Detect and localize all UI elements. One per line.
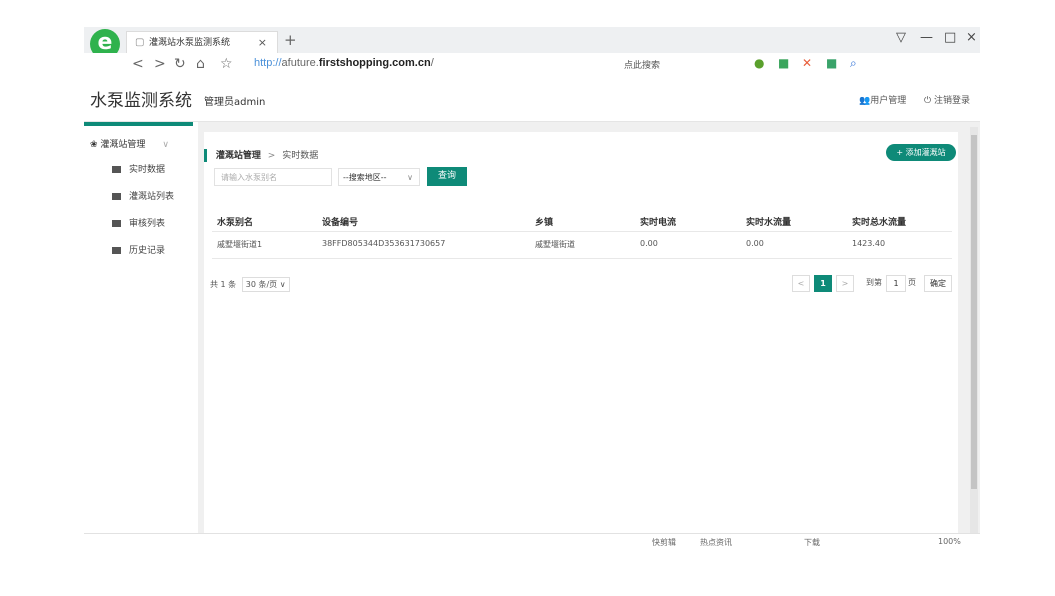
table-header-divider — [212, 231, 952, 232]
column-header: 实时电流 — [640, 218, 677, 228]
goto-page-input[interactable]: 1 — [886, 275, 906, 292]
url-protocol: http:// — [254, 57, 282, 69]
status-quick-clip[interactable]: 快剪辑 — [652, 537, 676, 548]
region-select-value: --搜索地区-- — [343, 173, 387, 182]
grid-icon[interactable]: ■ — [778, 56, 789, 70]
page-size-select[interactable]: 30 条/页 ∨ — [241, 277, 290, 292]
chevron-down-icon: ∨ — [162, 140, 169, 150]
sidebar-item-label: 实时数据 — [129, 165, 166, 175]
sidebar — [84, 122, 198, 549]
pagination-summary: 共 1 条 30 条/页 ∨ — [210, 277, 290, 292]
breadcrumb-separator: > — [267, 151, 276, 161]
total-count: 共 1 条 — [210, 280, 237, 289]
column-header: 乡镇 — [535, 218, 554, 228]
page-icon: ▢ — [135, 37, 145, 48]
url-path: / — [430, 57, 434, 69]
list-icon — [112, 193, 121, 200]
tab-close-icon[interactable]: × — [258, 32, 267, 54]
home-icon[interactable]: ⌂ — [196, 56, 205, 72]
sidebar-item-review-list[interactable]: 审核列表 — [112, 216, 165, 229]
url-prefix: afuture. — [281, 57, 319, 69]
column-header: 实时水流量 — [746, 218, 792, 228]
browser-tab[interactable]: ▢ 灌溉站水泵监测系统 × — [126, 31, 278, 54]
shield-icon[interactable]: ● — [754, 56, 764, 70]
sidebar-item-station-list[interactable]: 灌溉站列表 — [112, 189, 174, 202]
sidebar-item-label: 历史记录 — [129, 246, 166, 256]
table-row-divider — [212, 258, 952, 259]
query-button[interactable]: 查询 — [427, 167, 467, 186]
sidebar-item-realtime[interactable]: 实时数据 — [112, 162, 165, 175]
column-header: 水泵别名 — [217, 218, 254, 228]
user-management-link[interactable]: 👥用户管理 — [859, 93, 906, 106]
logout-link[interactable]: ⏻ 注销登录 — [924, 93, 970, 106]
browser-search-input[interactable]: 点此搜索 — [624, 58, 660, 71]
tools-icon[interactable]: ✕ — [802, 56, 812, 70]
sidebar-accent-bar — [84, 122, 193, 126]
region-select[interactable]: --搜索地区-- ∨ — [338, 168, 420, 186]
sidebar-item-history[interactable]: 历史记录 — [112, 243, 165, 256]
back-icon[interactable]: < — [132, 56, 144, 72]
status-zoom[interactable]: 100% — [938, 537, 961, 546]
url-field[interactable]: http://afuture.firstshopping.com.cn/ — [254, 57, 434, 69]
sidebar-group-label: 灌溉站管理 — [100, 140, 146, 150]
table-cell: 1423.40 — [852, 239, 886, 248]
current-user: 管理员admin — [204, 97, 266, 108]
group-icon: ❀ — [90, 140, 98, 150]
close-window-button[interactable]: × — [966, 30, 977, 45]
tab-title: 灌溉站水泵监测系统 — [149, 38, 231, 48]
current-page-button[interactable]: 1 — [814, 275, 832, 292]
page-unit-label: 页 — [908, 278, 916, 287]
table-cell: 0.00 — [746, 239, 764, 248]
status-hot-news[interactable]: 热点资讯 — [700, 537, 732, 548]
table-cell: 戚墅堰街道 — [535, 240, 575, 249]
sidebar-item-label: 灌溉站列表 — [129, 192, 175, 202]
goto-label: 到第 — [866, 278, 882, 287]
goto-confirm-button[interactable]: 确定 — [924, 275, 952, 292]
breadcrumb-parent[interactable]: 灌溉站管理 — [216, 151, 261, 161]
browser-window: e ▢ 灌溉站水泵监测系统 × + ▽ — □ × < > ↻ ⌂ ☆ http… — [84, 27, 980, 550]
user-management-label: 用户管理 — [870, 96, 907, 106]
favorite-icon[interactable]: ☆ — [220, 56, 233, 72]
table-cell: 戚墅堰街道1 — [217, 240, 263, 249]
status-download[interactable]: 下载 — [804, 537, 820, 548]
chevron-down-icon: ∨ — [407, 173, 413, 182]
sidebar-group-irrigation[interactable]: ❀ 灌溉站管理 ∨ — [90, 137, 169, 150]
pump-alias-search-input[interactable]: 请输入水泵别名 — [214, 168, 332, 186]
table-cell: 0.00 — [640, 239, 658, 248]
game-icon[interactable]: ■ — [826, 56, 837, 70]
users-icon: 👥 — [859, 96, 871, 106]
new-tab-button[interactable]: + — [284, 31, 297, 49]
breadcrumb-current: 实时数据 — [282, 151, 319, 161]
add-station-button[interactable]: + 添加灌溉站 — [886, 144, 956, 161]
power-icon: ⏻ — [924, 96, 934, 106]
app-title: 水泵监测系统 — [90, 91, 192, 111]
app-header: 水泵监测系统 管理员admin 👥用户管理 ⏻ 注销登录 — [84, 77, 980, 122]
status-bar: 快剪辑 热点资讯 下载 100% — [84, 533, 980, 550]
breadcrumb-accent — [204, 149, 207, 162]
logout-label: 注销登录 — [933, 96, 970, 106]
list-icon — [112, 247, 121, 254]
url-domain: firstshopping.com.cn — [318, 57, 431, 69]
scrollbar-thumb[interactable] — [971, 135, 977, 489]
forward-icon[interactable]: > — [154, 56, 166, 72]
list-icon — [112, 166, 121, 173]
breadcrumb: 灌溉站管理 > 实时数据 — [204, 148, 318, 162]
column-header: 设备编号 — [322, 218, 359, 228]
prev-page-button[interactable]: < — [792, 275, 810, 292]
next-page-button[interactable]: > — [836, 275, 854, 292]
address-bar: < > ↻ ⌂ ☆ http://afuture.firstshopping.c… — [84, 53, 980, 78]
vertical-scrollbar[interactable] — [970, 127, 978, 541]
minimize-button[interactable]: — — [920, 30, 933, 45]
main-card — [204, 132, 958, 534]
skin-icon[interactable]: ▽ — [896, 30, 906, 45]
list-icon — [112, 220, 121, 227]
column-header: 实时总水流量 — [852, 218, 907, 228]
table-cell: 38FFD805344D353631730657 — [322, 239, 446, 248]
refresh-icon[interactable]: ↻ — [174, 56, 186, 72]
sidebar-item-label: 审核列表 — [129, 219, 166, 229]
search-icon[interactable]: ⌕ — [850, 56, 857, 71]
maximize-button[interactable]: □ — [944, 30, 956, 45]
